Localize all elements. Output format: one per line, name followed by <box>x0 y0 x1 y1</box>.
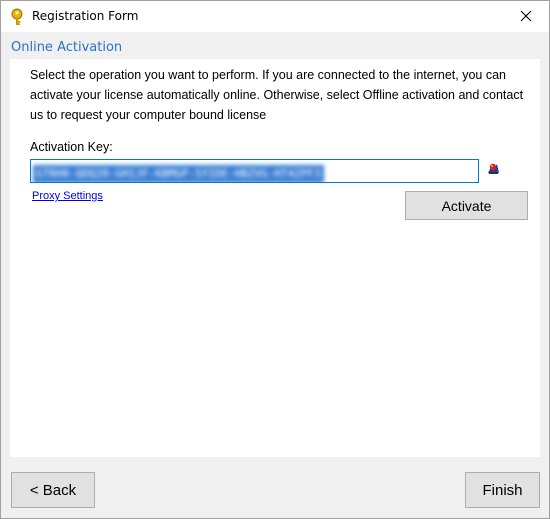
key-icon <box>9 8 25 26</box>
page-header: Online Activation <box>1 32 549 59</box>
close-icon <box>520 7 532 26</box>
section-title: Online Activation <box>11 40 123 55</box>
registration-window: Registration Form Online Activation Sele… <box>0 0 550 519</box>
paste-key-icon[interactable] <box>485 160 501 176</box>
footer-divider <box>1 457 549 458</box>
content-panel: Select the operation you want to perform… <box>10 59 540 457</box>
back-button[interactable]: < Back <box>11 472 95 508</box>
finish-button[interactable]: Finish <box>465 472 540 508</box>
activate-button[interactable]: Activate <box>405 191 528 220</box>
activation-key-label: Activation Key: <box>30 140 113 154</box>
window-title: Registration Form <box>32 9 139 23</box>
activation-key-input[interactable]: GTRH0-QDQ20-GH1JF-KBMGP-SYIDE-HBZVG-HT4Z… <box>30 159 479 183</box>
activation-key-value: GTRH0-QDQ20-GH1JF-KBMGP-SYIDE-HBZVG-HT4Z… <box>33 165 324 182</box>
title-bar: Registration Form <box>1 1 549 32</box>
close-button[interactable] <box>503 1 549 32</box>
instructions-text: Select the operation you want to perform… <box>30 68 524 122</box>
proxy-settings-link[interactable]: Proxy Settings <box>32 190 103 202</box>
